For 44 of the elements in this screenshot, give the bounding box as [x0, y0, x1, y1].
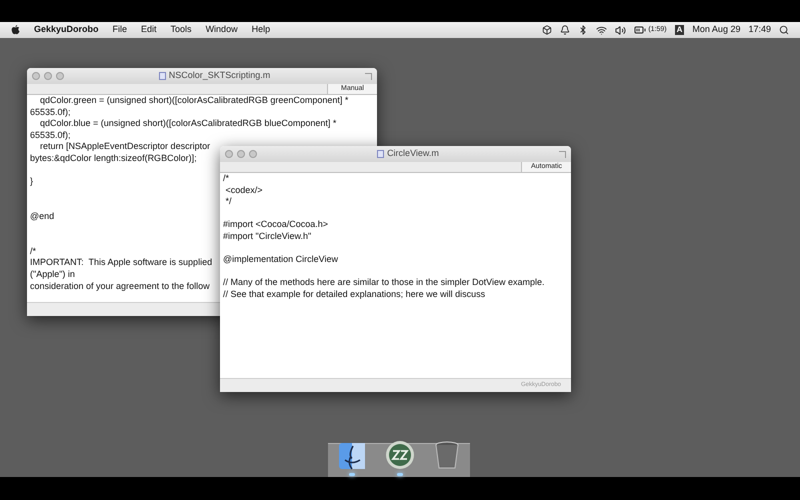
code-line: qdColor.green = (unsigned short)([colorAsCalibratedRGB greenComponent] *	[39, 95, 348, 107]
code-line: #import <Cocoa/Cocoa.h>	[223, 219, 328, 231]
sleep-app-icon[interactable]	[384, 440, 415, 470]
code-line: return [NSAppleEventDescriptor descriptor	[39, 141, 210, 153]
code-line: @end	[30, 210, 54, 223]
window-title: CircleView.m	[387, 147, 439, 160]
window-title: NSColor_SKTScripting.m	[168, 69, 270, 82]
menu-time[interactable]: 17:49	[748, 23, 771, 37]
file-icon	[158, 72, 166, 80]
code-line: /*	[30, 246, 36, 258]
menu-item[interactable]: Window	[206, 23, 238, 37]
menu-item[interactable]: File	[112, 23, 128, 37]
code-line: bytes:&qdColor length:sizeof(RGBColor)];	[30, 152, 197, 165]
menu-date[interactable]: Mon Aug 29	[692, 23, 740, 37]
code-line: IMPORTANT: This Apple software is supplied	[30, 257, 212, 269]
menu-item[interactable]: Tools	[170, 23, 192, 37]
code-line: // See that example for detailed explanations; here we will discuss	[223, 288, 486, 301]
code-line: 65535.0f);	[30, 130, 71, 142]
volume-icon[interactable]	[615, 24, 626, 36]
code-line: }	[30, 176, 34, 188]
battery-icon[interactable]	[634, 24, 646, 36]
bluetooth-icon[interactable]	[578, 25, 588, 35]
code-line: 65535.0f);	[30, 106, 71, 118]
bell-icon[interactable]	[560, 25, 570, 35]
code-line: consideration of your agreement to the follow	[30, 280, 210, 292]
menu-item[interactable]: Edit	[141, 23, 157, 37]
code-line: @implementation CircleView	[223, 254, 338, 266]
code-line: /*	[223, 173, 230, 185]
box-icon[interactable]	[542, 25, 552, 35]
code-line: ("Apple") in	[30, 268, 75, 280]
apple-logo-icon[interactable]	[11, 25, 20, 35]
wifi-icon[interactable]	[596, 24, 608, 36]
search-icon[interactable]	[779, 25, 789, 35]
code-line: // Many of the methods here are similar to those in the simpler DotView example.	[223, 277, 544, 289]
app-menu[interactable]: GekkyuDorobo	[34, 23, 99, 37]
code-line: */	[224, 196, 232, 208]
code-line: qdColor.blue = (unsigned short)([colorAsCalibratedRGB blueComponent] *	[39, 118, 336, 130]
input-source[interactable]: A	[674, 25, 684, 35]
code-line: <codex/>	[224, 184, 263, 196]
file-icon	[377, 150, 384, 158]
trash-icon[interactable]	[434, 440, 460, 470]
finder-face-icon[interactable]	[338, 442, 366, 470]
menu-item[interactable]: Help	[252, 23, 270, 37]
code-line: #import "CircleView.h"	[223, 230, 312, 243]
